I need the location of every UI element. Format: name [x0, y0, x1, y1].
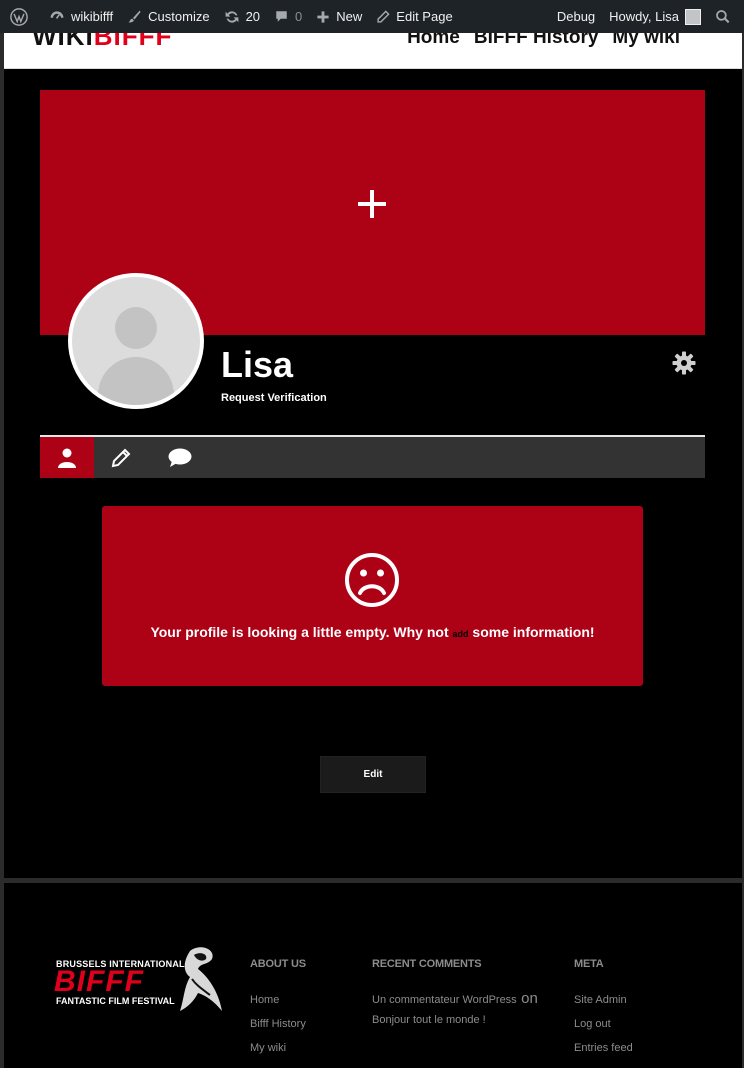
footer-link-bifff-history[interactable]: Bifff History	[250, 1018, 306, 1030]
comment-bubble-icon	[168, 448, 192, 467]
updates-count: 20	[245, 9, 261, 24]
debug-label: Debug	[556, 9, 596, 24]
bifff-footer-logo[interactable]: BRUSSELS INTERNATIONAL BIFFF FANTASTIC F…	[54, 945, 224, 1015]
user-icon	[58, 448, 76, 468]
empty-profile-message: Your profile is looking a little empty. …	[150, 624, 595, 640]
profile-name[interactable]: Lisa	[221, 344, 293, 386]
howdy-label: Howdy, Lisa	[609, 9, 679, 24]
admin-avatar	[685, 8, 701, 25]
footer-link-entries-feed[interactable]: Entries feed	[574, 1042, 633, 1054]
primary-navigation: Home BIFFF History My wiki	[407, 33, 680, 49]
comments-count: 0	[295, 9, 303, 24]
site-footer: BRUSSELS INTERNATIONAL BIFFF FANTASTIC F…	[4, 883, 742, 1068]
my-account-menu[interactable]: Howdy, Lisa	[602, 0, 708, 33]
empty-profile-notice: Your profile is looking a little empty. …	[102, 506, 643, 686]
footer-link-my-wiki[interactable]: My wiki	[250, 1042, 306, 1054]
nav-item-home[interactable]: Home	[407, 33, 460, 49]
site-name-menu[interactable]: wikibifff	[42, 0, 120, 33]
tab-posts[interactable]	[94, 437, 148, 478]
footer-about-title: ABOUT US	[250, 958, 306, 970]
new-label: New	[336, 9, 363, 24]
gear-icon[interactable]	[672, 351, 696, 375]
request-verification-link[interactable]: Request Verification	[221, 392, 327, 404]
profile-tabs	[40, 435, 705, 478]
updates-link[interactable]: 20	[217, 0, 267, 33]
footer-about-widget: ABOUT US Home Bifff History My wiki	[250, 958, 306, 1066]
footer-link-site-admin[interactable]: Site Admin	[574, 994, 633, 1006]
edit-page-link[interactable]: Edit Page	[369, 0, 459, 33]
default-user-icon	[72, 277, 200, 405]
profile-avatar[interactable]	[68, 273, 204, 409]
footer-meta-widget: META Site Admin Log out Entries feed	[574, 958, 633, 1066]
customize-label: Customize	[148, 9, 210, 24]
raven-figure-icon	[180, 947, 222, 1011]
debug-menu[interactable]: Debug	[550, 0, 602, 33]
edit-button[interactable]: Edit	[320, 756, 426, 793]
comment-bubble-icon	[276, 11, 287, 22]
add-cover-plus-icon[interactable]	[358, 190, 386, 218]
search-icon[interactable]	[708, 0, 744, 33]
nav-item-my-wiki[interactable]: My wiki	[612, 33, 680, 49]
nav-item-bifff-history[interactable]: BIFFF History	[474, 33, 599, 49]
comment-on-text: on	[521, 990, 538, 1007]
footer-link-home[interactable]: Home	[250, 994, 306, 1006]
sad-face-icon	[345, 553, 399, 607]
brush-icon	[128, 10, 141, 23]
site-name-label: wikibifff	[71, 9, 114, 24]
pencil-icon	[377, 9, 390, 23]
comment-author-link[interactable]: Un commentateur WordPress	[372, 994, 517, 1006]
pencil-icon	[111, 448, 131, 467]
admin-bar: wikibifff Customize 20 0 New Edit Page D…	[0, 0, 744, 33]
wordpress-logo-icon[interactable]	[0, 0, 42, 33]
footer-link-log-out[interactable]: Log out	[574, 1018, 633, 1030]
updates-icon	[225, 10, 238, 23]
dashboard-icon	[50, 10, 64, 19]
new-content-menu[interactable]: New	[309, 0, 369, 33]
tab-about[interactable]	[40, 437, 94, 478]
comments-link[interactable]: 0	[267, 0, 309, 33]
profile-main: Lisa Request Verification Your profile i…	[4, 69, 742, 878]
edit-page-label: Edit Page	[396, 9, 453, 24]
site-logo[interactable]: WIKIBIFFF	[32, 33, 172, 52]
footer-recent-comments-widget: RECENT COMMENTS Un commentateur WordPres…	[372, 958, 552, 1038]
customize-link[interactable]: Customize	[120, 0, 216, 33]
add-information-link[interactable]: add	[453, 629, 469, 639]
comment-post-link[interactable]: Bonjour tout le monde !	[372, 1014, 552, 1026]
plus-icon	[317, 10, 329, 23]
site-header: WIKIBIFFF Home BIFFF History My wiki	[4, 33, 742, 69]
tab-comments[interactable]	[153, 437, 207, 478]
footer-meta-title: META	[574, 958, 604, 970]
footer-recent-comments-title: RECENT COMMENTS	[372, 958, 482, 970]
